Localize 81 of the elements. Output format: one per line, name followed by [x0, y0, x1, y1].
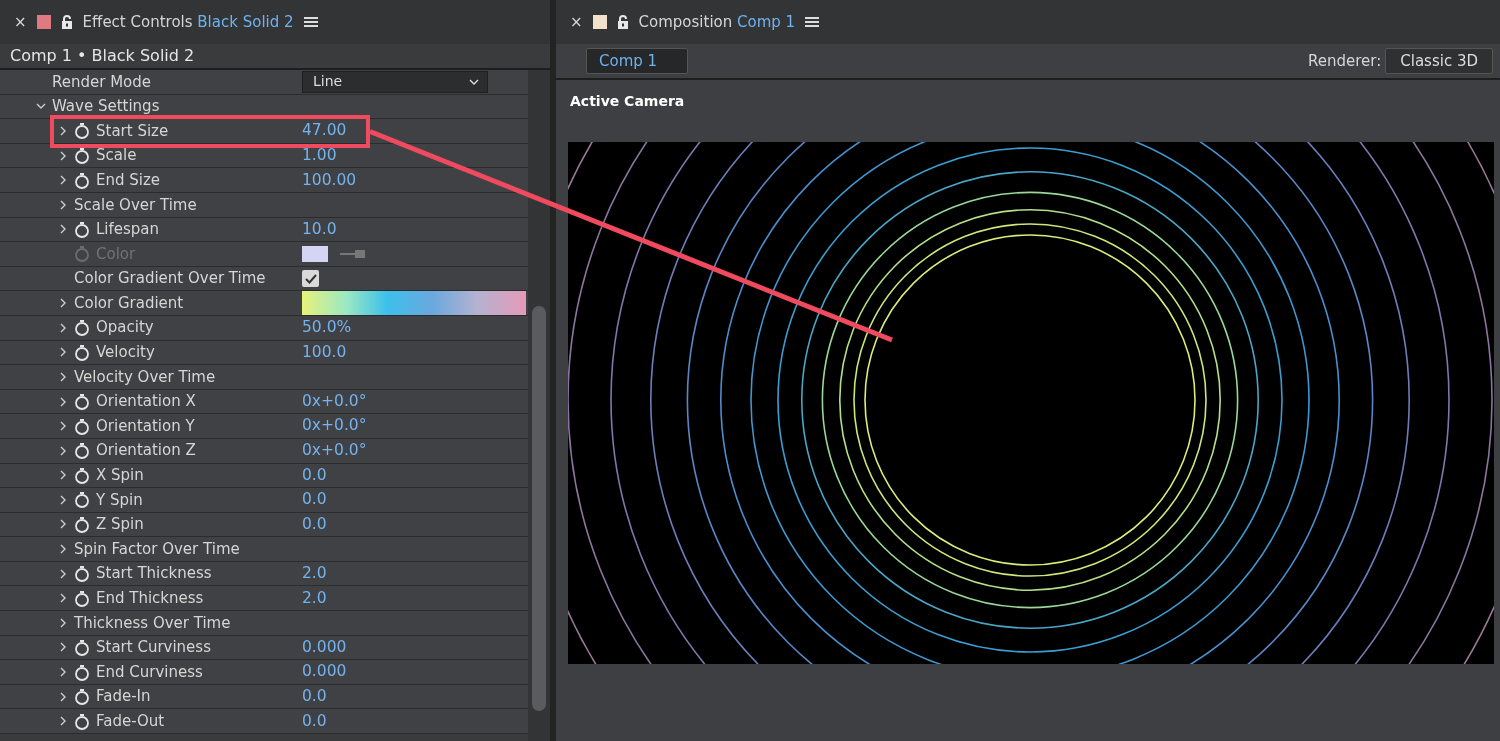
- property-value[interactable]: 50.0%: [302, 316, 352, 340]
- comp-tab[interactable]: Comp 1: [586, 47, 689, 75]
- stopwatch-icon[interactable]: [74, 147, 90, 165]
- property-label: Render Mode: [52, 71, 152, 93]
- menu-icon[interactable]: [805, 16, 820, 28]
- property-label: Wave Settings: [52, 96, 160, 118]
- property-value[interactable]: 10.0: [302, 217, 337, 241]
- property-value[interactable]: 0.0: [302, 488, 327, 512]
- property-value[interactable]: 0.0: [302, 512, 327, 537]
- stopwatch-icon[interactable]: [74, 688, 90, 706]
- property-label: Spin Factor Over Time: [74, 538, 240, 560]
- stopwatch-icon[interactable]: [74, 171, 90, 189]
- property-value[interactable]: 100.0: [302, 340, 347, 364]
- property-label: Fade-Out: [96, 711, 165, 732]
- property-label: Lifespan: [96, 219, 160, 241]
- property-label: Start Size: [96, 120, 169, 142]
- property-value[interactable]: 0.0: [302, 709, 327, 733]
- property-label: Start Curviness: [96, 637, 211, 659]
- property-label: Z Spin: [96, 514, 144, 536]
- stopwatch-icon[interactable]: [74, 491, 90, 509]
- property-value[interactable]: 0x+0.0°: [302, 414, 367, 438]
- property-label: Color Gradient: [74, 292, 184, 314]
- property-value[interactable]: 2.0: [302, 562, 327, 586]
- stopwatch-icon[interactable]: [74, 442, 90, 460]
- property-value[interactable]: 0x+0.0°: [302, 439, 367, 463]
- label-swatch: [592, 15, 607, 29]
- stopwatch-icon[interactable]: [74, 663, 90, 681]
- property-value[interactable]: 0.0: [302, 463, 327, 487]
- property-label: Thickness Over Time: [74, 612, 231, 634]
- stopwatch-icon[interactable]: [74, 516, 90, 533]
- view-label: Active Camera: [569, 92, 686, 111]
- property-label: Orientation X: [96, 391, 196, 413]
- property-label: Opacity: [96, 317, 154, 339]
- property-label: Fade-In: [96, 686, 151, 708]
- close-button[interactable]: ×: [570, 10, 583, 34]
- property-label: Scale: [96, 145, 137, 167]
- property-label: X Spin: [96, 465, 144, 487]
- property-label: Scale Over Time: [74, 194, 197, 216]
- property-label: End Curviness: [96, 661, 203, 683]
- stopwatch-icon[interactable]: [74, 220, 90, 238]
- property-value[interactable]: 0x+0.0°: [302, 389, 367, 414]
- property-label: Velocity Over Time: [74, 366, 216, 388]
- lock-icon[interactable]: [60, 15, 73, 29]
- panel-title: Effect Controls Black Solid 2: [82, 11, 294, 33]
- stopwatch-icon[interactable]: [74, 393, 90, 410]
- property-label: Orientation Y: [96, 415, 195, 437]
- gradient-bar[interactable]: [302, 291, 526, 316]
- property-value[interactable]: 1.00: [302, 143, 337, 168]
- label-swatch: [36, 15, 51, 29]
- stopwatch-icon[interactable]: [74, 712, 90, 730]
- renderer-button[interactable]: Classic 3D: [1385, 47, 1493, 75]
- stopwatch-icon[interactable]: [74, 466, 90, 484]
- menu-icon[interactable]: [303, 16, 318, 28]
- property-value[interactable]: 47.00: [302, 119, 347, 143]
- property-label: End Thickness: [96, 588, 204, 609]
- stopwatch-icon[interactable]: [74, 343, 90, 361]
- property-value[interactable]: 100.00: [302, 168, 357, 192]
- renderer-label: Renderer:: [1308, 50, 1382, 72]
- lock-icon[interactable]: [616, 15, 629, 29]
- caret-icon[interactable]: [469, 78, 479, 85]
- property-label: Velocity: [96, 342, 155, 364]
- property-value[interactable]: 2.0: [302, 586, 327, 610]
- close-button[interactable]: ×: [14, 10, 27, 34]
- stopwatch-icon[interactable]: [74, 565, 90, 583]
- property-label: Orientation Z: [96, 440, 196, 462]
- property-value[interactable]: 0.000: [302, 635, 347, 660]
- scrollbar-thumb[interactable]: [532, 306, 546, 711]
- render-mode-dropdown[interactable]: Line: [302, 70, 488, 93]
- property-label: Start Thickness: [96, 563, 212, 585]
- stopwatch-icon[interactable]: [74, 589, 90, 607]
- property-label: End Size: [96, 169, 161, 191]
- property-value[interactable]: 0.0: [302, 685, 327, 709]
- property-label: Y Spin: [96, 489, 143, 511]
- property-value[interactable]: 0.000: [302, 660, 347, 684]
- stopwatch-icon[interactable]: [74, 417, 90, 435]
- stopwatch-icon[interactable]: [74, 319, 90, 337]
- panel-title: Composition Comp 1: [638, 11, 796, 33]
- stopwatch-icon[interactable]: [74, 638, 90, 656]
- checkbox[interactable]: [302, 270, 319, 288]
- property-label: Color Gradient Over Time: [74, 268, 266, 290]
- stopwatch-icon[interactable]: [74, 122, 90, 140]
